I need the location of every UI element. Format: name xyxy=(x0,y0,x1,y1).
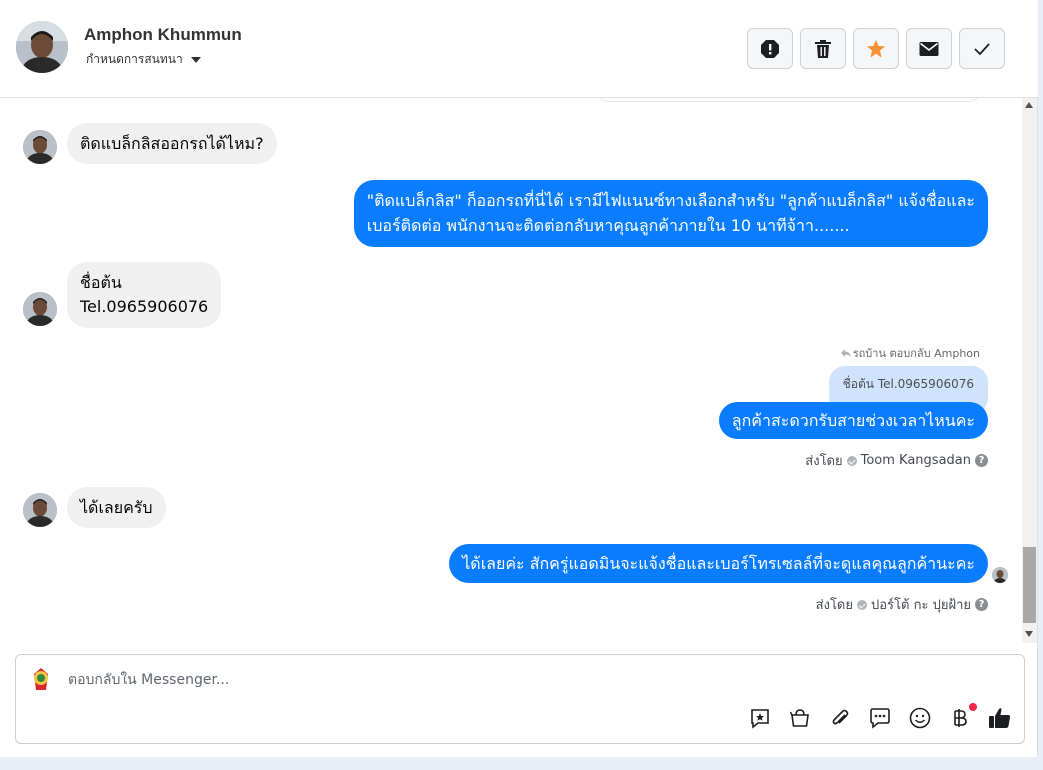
check-icon xyxy=(974,42,990,55)
reply-note-text: รถบ้าน ตอบกลับ Amphon xyxy=(852,347,980,360)
incoming-message: ติดแบล็กลิสออกรถได้ไหม? xyxy=(67,123,277,164)
reply-composer xyxy=(15,654,1025,744)
spam-icon xyxy=(761,39,779,58)
saved-reply-icon xyxy=(751,709,769,729)
attach-button[interactable] xyxy=(828,706,852,730)
reply-input[interactable] xyxy=(68,667,968,693)
mark-spam-button[interactable] xyxy=(747,28,793,69)
help-icon[interactable]: ? xyxy=(975,454,988,467)
baht-icon xyxy=(954,709,967,727)
message-line: "ติดแบล็กลิส" ก็ออกรถที่นี่ได้ เรามีไฟแน… xyxy=(366,191,975,210)
sent-by-name: Toom Kangsadan xyxy=(860,453,971,468)
star-button[interactable] xyxy=(853,28,899,69)
message-line: Tel.0965906076 xyxy=(80,297,209,316)
conversation-label-text: กำหนดการสนทนา xyxy=(86,52,183,66)
scroll-down-arrow-icon[interactable] xyxy=(1025,631,1033,637)
scroll-up-arrow-icon[interactable] xyxy=(1025,102,1033,108)
star-icon xyxy=(867,39,885,58)
verified-check-icon xyxy=(857,599,867,610)
shop-button[interactable] xyxy=(788,706,812,730)
outgoing-message: "ติดแบล็กลิส" ก็ออกรถที่นี่ได้ เรามีไฟแน… xyxy=(353,180,988,247)
verified-check-icon xyxy=(846,455,857,466)
notification-dot xyxy=(969,703,977,711)
contact-name: Amphon Khummun xyxy=(84,25,242,44)
like-icon xyxy=(989,708,1011,728)
reply-note: รถบ้าน ตอบกลับ Amphon xyxy=(840,344,980,362)
like-button[interactable] xyxy=(988,706,1012,730)
scroll-thumb[interactable] xyxy=(1023,547,1036,623)
mark-unread-button[interactable] xyxy=(906,28,952,69)
incoming-message: ชื่อต้น Tel.0965906076 xyxy=(67,262,222,328)
header-toolbar xyxy=(747,28,1005,69)
sent-by-line: ส่งโดย Toom Kangsadan ? xyxy=(805,450,988,471)
chat-icon xyxy=(870,708,890,729)
outgoing-message: ลูกค้าสะดวกรับสายช่วงเวลาไหนคะ xyxy=(718,402,988,439)
reply-arrow-icon xyxy=(840,349,851,357)
emoji-icon xyxy=(909,707,931,729)
chat-options-button[interactable] xyxy=(868,706,892,730)
help-icon[interactable]: ? xyxy=(975,598,988,611)
messenger-panel: Amphon Khummun กำหนดการสนทนา ติดแบล็กลิส… xyxy=(0,0,1038,757)
incoming-message: ได้เลยครับ xyxy=(67,487,166,528)
delete-button[interactable] xyxy=(800,28,846,69)
sender-avatar[interactable] xyxy=(23,493,57,527)
outgoing-message: ได้เลยค่ะ สักครู่แอดมินจะแจ้งชื่อและเบอร… xyxy=(449,544,988,583)
sent-by-prefix: ส่งโดย xyxy=(805,454,843,469)
sent-by-prefix: ส่งโดย xyxy=(815,598,853,613)
message-list[interactable]: ติดแบล็กลิสออกรถได้ไหม? "ติดแบล็กลิส" ก็… xyxy=(0,98,1022,643)
conversation-label-dropdown[interactable]: กำหนดการสนทนา xyxy=(86,50,201,69)
previous-message-bubble xyxy=(597,98,981,102)
attach-icon xyxy=(832,709,849,725)
sender-avatar[interactable] xyxy=(23,130,57,164)
trash-icon xyxy=(815,39,831,58)
scrollbar[interactable] xyxy=(1022,98,1037,643)
seen-avatar xyxy=(992,567,1008,583)
composer-toolbar xyxy=(748,703,1012,730)
saved-reply-button[interactable] xyxy=(748,706,772,730)
mail-icon xyxy=(919,41,939,56)
sent-by-name: ปอร์โต้ กะ ปุยฝ้าย xyxy=(871,598,971,613)
mark-done-button[interactable] xyxy=(959,28,1005,69)
sender-avatar[interactable] xyxy=(23,292,57,326)
message-line: ชื่อต้น xyxy=(80,273,122,292)
payment-button[interactable] xyxy=(948,703,977,730)
contact-avatar[interactable] xyxy=(16,21,68,73)
conversation-header: Amphon Khummun กำหนดการสนทนา xyxy=(0,0,1038,98)
message-line: เบอร์ติดต่อ พนักงานจะติดต่อกลับหาคุณลูกค… xyxy=(366,216,850,235)
emoji-button[interactable] xyxy=(908,706,932,730)
caret-down-icon xyxy=(190,56,201,63)
shop-icon xyxy=(789,709,809,727)
sent-by-line: ส่งโดย ปอร์โต้ กะ ปุยฝ้าย ? xyxy=(816,594,988,615)
page-avatar xyxy=(25,664,57,696)
